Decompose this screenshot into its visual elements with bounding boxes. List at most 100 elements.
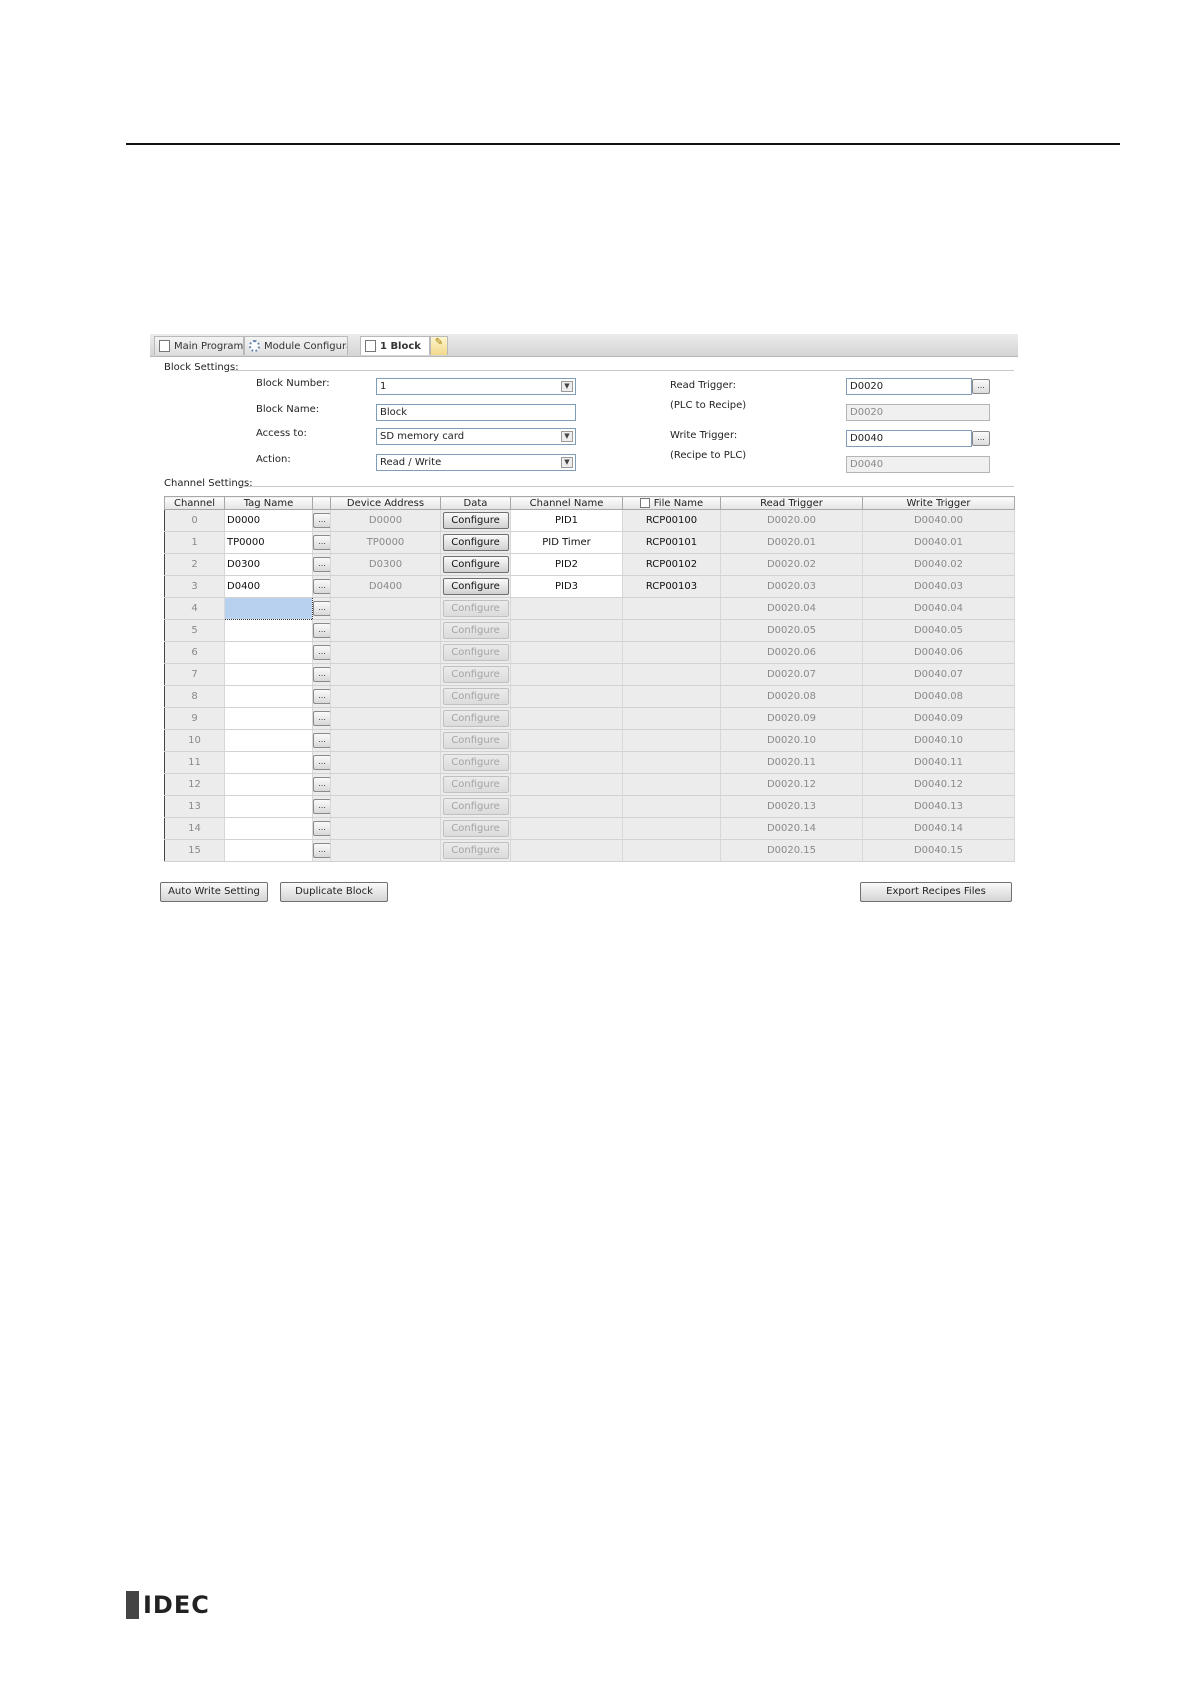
new-tab-icon[interactable]: ✎	[430, 336, 448, 355]
tag-name-cell[interactable]: D0400	[224, 575, 313, 598]
configure-button[interactable]: Configure	[442, 512, 509, 529]
configure-button[interactable]: Configure	[442, 842, 509, 859]
channel-name-cell[interactable]: PID2	[510, 553, 623, 576]
table-row: 1 TP0000... TP0000 Configure PID Timer RCP001…	[164, 531, 1015, 554]
channel-name-cell[interactable]: PID1	[510, 509, 623, 532]
tag-name-cell[interactable]: TP0000	[224, 531, 313, 554]
write-trigger-cell: D0040.07	[862, 663, 1015, 686]
tag-name-cell[interactable]	[224, 817, 313, 840]
tag-name-cell[interactable]: D0300	[224, 553, 313, 576]
data-cell: Configure	[440, 773, 511, 796]
tag-name-cell[interactable]	[224, 685, 313, 708]
channel-name-cell[interactable]	[510, 597, 623, 620]
auto-write-setting-button[interactable]: Auto Write Setting	[160, 882, 268, 902]
read-trigger-browse-button[interactable]: ...	[972, 379, 990, 394]
tag-browse-button[interactable]: ...	[313, 733, 330, 748]
tag-browse-button[interactable]: ...	[313, 601, 330, 616]
configure-button[interactable]: Configure	[442, 556, 509, 573]
table-row: 5... Configure D0020.05 D0040.05	[164, 619, 1015, 642]
device-address-cell	[330, 641, 441, 664]
configure-button[interactable]: Configure	[442, 622, 509, 639]
idec-logo-mark	[126, 1591, 139, 1619]
tag-name-cell[interactable]	[224, 729, 313, 752]
column-header-file-name[interactable]: File Name	[622, 496, 721, 510]
tag-name-cell[interactable]	[224, 795, 313, 818]
tag-browse-button[interactable]: ...	[313, 579, 330, 594]
tag-name-cell[interactable]	[224, 641, 313, 664]
channel-name-cell[interactable]	[510, 729, 623, 752]
tag-name-cell[interactable]	[224, 619, 313, 642]
tag-name-cell[interactable]	[224, 707, 313, 730]
channel-name-cell[interactable]	[510, 795, 623, 818]
data-cell: Configure	[440, 641, 511, 664]
tag-name-cell[interactable]	[224, 663, 313, 686]
configure-button[interactable]: Configure	[442, 644, 509, 661]
chevron-down-icon[interactable]: ▼	[561, 431, 573, 442]
channel-name-cell[interactable]: PID3	[510, 575, 623, 598]
data-cell: Configure	[440, 553, 511, 576]
file-name-checkbox[interactable]	[639, 497, 650, 508]
write-trigger-cell: D0040.15	[862, 839, 1015, 862]
configure-button[interactable]: Configure	[442, 820, 509, 837]
configure-button[interactable]: Configure	[442, 754, 509, 771]
configure-button[interactable]: Configure	[442, 710, 509, 727]
channel-name-cell[interactable]	[510, 817, 623, 840]
channel-name-cell[interactable]	[510, 641, 623, 664]
tab-1-block[interactable]: 1 Block	[360, 336, 430, 355]
tag-browse-button[interactable]: ...	[313, 689, 330, 704]
configure-button[interactable]: Configure	[442, 600, 509, 617]
tag-browse-button[interactable]: ...	[313, 755, 330, 770]
chevron-down-icon[interactable]: ▼	[561, 381, 573, 392]
configure-button[interactable]: Configure	[442, 798, 509, 815]
configure-button[interactable]: Configure	[442, 776, 509, 793]
data-cell: Configure	[440, 597, 511, 620]
channel-name-cell[interactable]	[510, 685, 623, 708]
write-trigger-field[interactable]: D0040	[846, 430, 972, 447]
tab-module-configuration[interactable]: Module Configurati	[244, 336, 348, 355]
action-select[interactable]: Read / Write ▼	[376, 454, 576, 471]
configure-button[interactable]: Configure	[442, 732, 509, 749]
export-recipes-files-button[interactable]: Export Recipes Files	[860, 882, 1012, 902]
idec-logo-text: IDEC	[143, 1591, 210, 1619]
tag-browse-button[interactable]: ...	[313, 535, 330, 550]
block-number-select[interactable]: 1 ▼	[376, 378, 576, 395]
tag-name-cell[interactable]	[224, 597, 313, 620]
device-address-cell	[330, 817, 441, 840]
configure-button[interactable]: Configure	[442, 578, 509, 595]
channel-name-cell[interactable]	[510, 663, 623, 686]
channel-name-cell[interactable]	[510, 619, 623, 642]
tag-browse-button[interactable]: ...	[313, 667, 330, 682]
chevron-down-icon[interactable]: ▼	[561, 457, 573, 468]
tag-browse-button[interactable]: ...	[313, 821, 330, 836]
tag-browse-button[interactable]: ...	[313, 843, 330, 858]
file-name-cell: RCP00100	[622, 509, 721, 532]
browse-cell: ...	[312, 663, 331, 686]
configure-button[interactable]: Configure	[442, 666, 509, 683]
channel-name-cell[interactable]	[510, 839, 623, 862]
tag-browse-button[interactable]: ...	[313, 777, 330, 792]
block-name-field[interactable]: Block	[376, 404, 576, 421]
tag-browse-button[interactable]: ...	[313, 623, 330, 638]
tag-name-cell[interactable]	[224, 751, 313, 774]
configure-button[interactable]: Configure	[442, 688, 509, 705]
channel-name-cell[interactable]: PID Timer	[510, 531, 623, 554]
channel-name-cell[interactable]	[510, 751, 623, 774]
tag-name-cell[interactable]	[224, 839, 313, 862]
tag-browse-button[interactable]: ...	[313, 711, 330, 726]
write-trigger-browse-button[interactable]: ...	[972, 431, 990, 446]
access-to-select[interactable]: SD memory card ▼	[376, 428, 576, 445]
tag-browse-button[interactable]: ...	[313, 513, 330, 528]
read-trigger-field[interactable]: D0020	[846, 378, 972, 395]
tab-main-program[interactable]: Main Program	[154, 336, 244, 355]
channel-name-cell[interactable]	[510, 773, 623, 796]
read-trigger-cell: D0020.10	[720, 729, 863, 752]
tag-browse-button[interactable]: ...	[313, 799, 330, 814]
configure-button[interactable]: Configure	[442, 534, 509, 551]
tag-name-cell[interactable]: D0000	[224, 509, 313, 532]
tag-browse-button[interactable]: ...	[313, 645, 330, 660]
tag-name-cell[interactable]	[224, 773, 313, 796]
block-settings-title: Block Settings:	[164, 362, 239, 373]
duplicate-block-button[interactable]: Duplicate Block	[280, 882, 388, 902]
tag-browse-button[interactable]: ...	[313, 557, 330, 572]
channel-name-cell[interactable]	[510, 707, 623, 730]
